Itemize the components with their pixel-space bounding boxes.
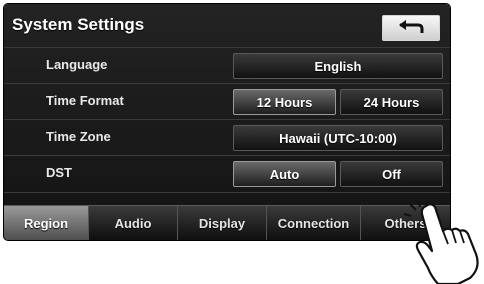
time-format-label: Time Format <box>46 93 124 108</box>
language-label: Language <box>46 57 108 72</box>
time-zone-button[interactable]: Hawaii (UTC-10:00) <box>233 125 443 151</box>
dst-auto-button[interactable]: Auto <box>233 161 336 187</box>
tab-bar: Region Audio Display Connection Others <box>4 205 450 240</box>
tab-audio[interactable]: Audio <box>89 206 178 240</box>
system-settings-screen: System Settings Language English Time Fo… <box>4 4 450 240</box>
dst-label: DST <box>46 165 72 180</box>
return-arrow-icon <box>399 20 424 33</box>
tab-connection[interactable]: Connection <box>267 206 361 240</box>
time-zone-row: Time Zone Hawaii (UTC-10:00) <box>4 119 450 156</box>
time-format-row: Time Format 12 Hours 24 Hours <box>4 83 450 120</box>
time-zone-label: Time Zone <box>46 129 111 144</box>
language-row: Language English <box>4 47 450 84</box>
dst-off-button[interactable]: Off <box>340 161 443 187</box>
time-format-24-hours-button[interactable]: 24 Hours <box>340 89 443 115</box>
page-title: System Settings <box>12 15 145 34</box>
tab-display[interactable]: Display <box>178 206 267 240</box>
pointing-hand-icon <box>403 199 479 284</box>
language-button[interactable]: English <box>233 53 443 79</box>
tab-region[interactable]: Region <box>4 206 89 240</box>
dst-row: DST Auto Off <box>4 155 450 193</box>
time-format-12-hours-button[interactable]: 12 Hours <box>233 89 336 115</box>
back-button[interactable] <box>382 15 440 41</box>
